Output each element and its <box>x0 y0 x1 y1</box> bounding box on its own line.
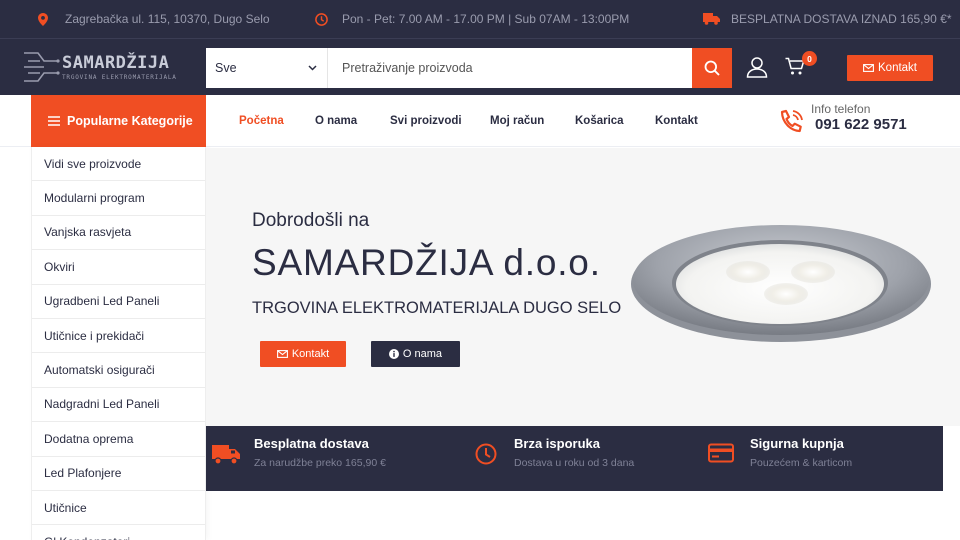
search-input[interactable] <box>328 48 692 88</box>
sidebar-item-gl-kondenzatori[interactable]: Gl Kondenzatori <box>32 525 205 540</box>
shipping-info: BESPLATNA DOSTAVA IZNAD 165,90 €* <box>703 0 952 38</box>
sidebar-item-uticnice[interactable]: Utičnice <box>32 491 205 526</box>
logo[interactable]: SAMARDŽIJA TRGOVINA ELEKTROMATERIJALA <box>22 47 176 87</box>
truck-icon <box>212 445 240 465</box>
feature-title-shipping: Besplatna dostava <box>254 436 369 451</box>
address-text: Zagrebačka ul. 115, 10370, Dugo Selo <box>65 12 270 26</box>
sidebar-item-nadgradni-led-paneli[interactable]: Nadgradni Led Paneli <box>32 388 205 423</box>
hero-contact-label: Kontakt <box>291 348 330 360</box>
sidebar-item-automatski-osiguraci[interactable]: Automatski osigurači <box>32 353 205 388</box>
nav-link-svi-proizvodi[interactable]: Svi proizvodi <box>390 95 462 147</box>
top-info-bar: Zagrebačka ul. 115, 10370, Dugo Selo Pon… <box>0 0 960 38</box>
feature-title-delivery: Brza isporuka <box>514 436 600 451</box>
led-downlight-image <box>631 225 931 342</box>
category-sidebar: Vidi sve proizvode Modularni program Van… <box>31 147 206 540</box>
popular-categories-button[interactable]: Popularne Kategorije <box>31 95 206 147</box>
truck-icon <box>703 13 720 25</box>
popular-categories-label: Popularne Kategorije <box>67 114 193 128</box>
search-category-select[interactable]: Sve <box>206 48 328 88</box>
address-info: Zagrebačka ul. 115, 10370, Dugo Selo <box>38 0 270 38</box>
envelope-icon <box>863 64 874 72</box>
logo-subtitle: TRGOVINA ELEKTROMATERIJALA <box>62 74 177 81</box>
logo-mark-icon <box>24 52 60 82</box>
envelope-icon <box>276 350 288 358</box>
sidebar-item-led-plafonjere[interactable]: Led Plafonjere <box>32 457 205 491</box>
search-bar: Sve <box>206 48 732 88</box>
main-header: SAMARDŽIJA TRGOVINA ELEKTROMATERIJALA Sv… <box>0 38 960 95</box>
nav-link-kontakt[interactable]: Kontakt <box>655 95 698 147</box>
nav-link-moj-racun[interactable]: Moj račun <box>490 95 544 147</box>
hamburger-menu-icon <box>48 116 60 126</box>
header-contact-label: Kontakt <box>878 62 917 74</box>
feature-desc-delivery: Dostava u roku od 3 dana <box>514 457 635 469</box>
nav-link-kosarica[interactable]: Košarica <box>575 95 624 147</box>
phone-number[interactable]: 091 622 9571 <box>815 116 907 133</box>
clock-icon <box>475 443 497 465</box>
hours-text: Pon - Pet: 7.00 AM - 17.00 PM | Sub 07AM… <box>342 12 630 26</box>
search-icon <box>704 60 720 76</box>
credit-card-icon <box>708 443 734 463</box>
feature-title-secure: Sigurna kupnja <box>750 436 844 451</box>
sidebar-item-ugradbeni-led-paneli[interactable]: Ugradbeni Led Paneli <box>32 285 205 319</box>
sidebar-item-vanjska-rasvjeta[interactable]: Vanjska rasvjeta <box>32 216 205 251</box>
hero-about-label: O nama <box>402 348 443 360</box>
nav-link-pocetna[interactable]: Početna <box>239 95 284 147</box>
shipping-text: BESPLATNA DOSTAVA IZNAD 165,90 €* <box>731 12 952 26</box>
nav-link-o-nama[interactable]: O nama <box>315 95 357 147</box>
info-icon <box>388 349 399 359</box>
hero-title: SAMARDŽIJA d.o.o. <box>252 242 601 283</box>
sidebar-item-dodatna-oprema[interactable]: Dodatna oprema <box>32 422 205 457</box>
hours-info: Pon - Pet: 7.00 AM - 17.00 PM | Sub 07AM… <box>315 0 629 38</box>
feature-desc-secure: Pouzećem & karticom <box>750 457 853 469</box>
search-category-value: Sve <box>215 61 237 75</box>
map-pin-icon <box>38 12 48 26</box>
hero-welcome-text: Dobrodošli na <box>252 210 370 231</box>
phone-label: Info telefon <box>811 102 871 116</box>
sidebar-item-modularni-program[interactable]: Modularni program <box>32 181 205 216</box>
feature-desc-shipping: Za narudžbe preko 165,90 € <box>254 457 386 469</box>
clock-icon <box>315 12 328 26</box>
chevron-down-icon <box>308 65 317 71</box>
hero-contact-button[interactable]: Kontakt <box>260 341 346 367</box>
sidebar-item-vidi-sve[interactable]: Vidi sve proizvode <box>32 147 205 182</box>
phone-icon <box>780 109 803 133</box>
header-contact-button[interactable]: Kontakt <box>847 55 933 81</box>
logo-title: SAMARDŽIJA <box>62 53 170 73</box>
cart-count-badge: 0 <box>802 51 817 66</box>
search-button[interactable] <box>692 48 732 88</box>
sidebar-item-okviri[interactable]: Okviri <box>32 250 205 285</box>
hero-subtitle: TRGOVINA ELEKTROMATERIJALA DUGO SELO <box>252 299 622 317</box>
sidebar-item-uticnice-i-prekidaci[interactable]: Utičnice i prekidači <box>32 319 205 354</box>
user-account-icon[interactable] <box>746 56 768 78</box>
hero-about-button[interactable]: O nama <box>371 341 460 367</box>
